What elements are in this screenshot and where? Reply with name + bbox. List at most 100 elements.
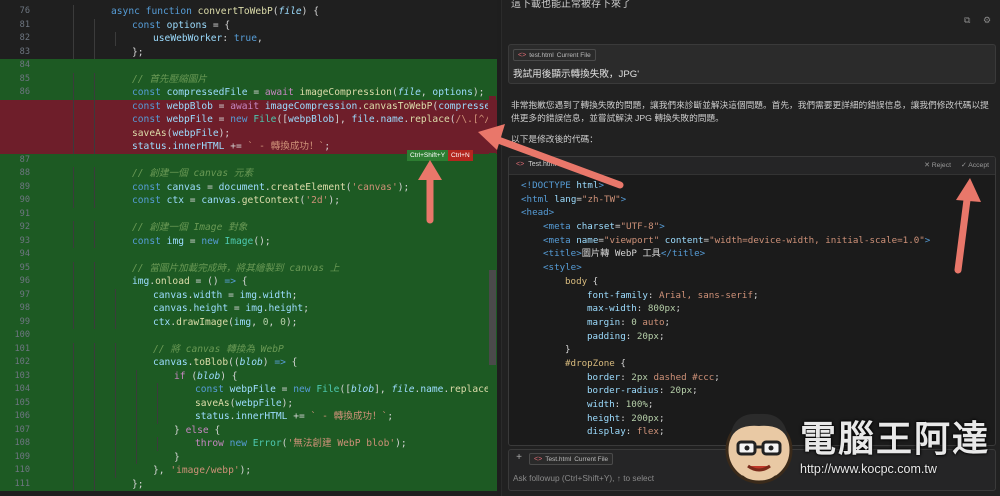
code-text: const webpBlob = await imageCompression.… xyxy=(132,100,488,112)
indent-guide xyxy=(73,5,74,19)
code-line[interactable]: 82 useWebWorker: true, xyxy=(0,32,497,46)
code-line[interactable]: 76 async function convertToWebP(file) { xyxy=(0,5,497,19)
reject-button[interactable]: ✕ Reject xyxy=(924,161,951,169)
code-card-file[interactable]: <> Test.html xyxy=(516,161,556,168)
indent-guide xyxy=(73,99,74,113)
line-number: 106 xyxy=(14,411,30,421)
indent-guide xyxy=(73,126,74,140)
code-text: }; xyxy=(132,46,144,58)
code-line[interactable]: 109} xyxy=(0,450,497,464)
line-number: 108 xyxy=(14,438,30,448)
code-line[interactable]: 90 const ctx = canvas.getContext('2d'); xyxy=(0,194,497,208)
line-number: 110 xyxy=(14,465,30,475)
code-line[interactable]: 92 // 創建一個 Image 對象 xyxy=(0,221,497,235)
reject-chip[interactable]: Ctrl+N xyxy=(448,150,473,161)
code-suggestion-card: <> Test.html ✕ Reject ✓ Accept <!DOCTYPE… xyxy=(508,156,996,446)
code-line[interactable]: 107} else { xyxy=(0,423,497,437)
code-text: const compressedFile = await imageCompre… xyxy=(132,87,485,98)
code-editor[interactable]: 76 async function convertToWebP(file) {81… xyxy=(0,0,497,496)
code-line[interactable]: 91 xyxy=(0,207,497,221)
code-text: canvas.width = img.width; xyxy=(153,289,298,301)
context-file-pill[interactable]: <> test.html Current File xyxy=(513,49,596,61)
snippet-line: <title>圖片轉 WebP 工具</title> xyxy=(543,248,706,260)
code-line[interactable]: 85 // 首先壓縮圖片 xyxy=(0,72,497,86)
user-message[interactable]: <> test.html Current File 我試用後顯示轉換失敗，JPG… xyxy=(508,44,996,84)
code-line[interactable]: 84 xyxy=(0,59,497,73)
code-text: }; xyxy=(132,478,144,490)
code-card-filename: Test.html xyxy=(528,161,557,168)
followup-input[interactable] xyxy=(513,471,983,485)
code-lines: 76 async function convertToWebP(file) {81… xyxy=(0,5,497,491)
indent-guide xyxy=(94,32,95,46)
code-text: saveAs(webpFile); xyxy=(132,127,231,139)
indent-guide xyxy=(115,396,116,410)
code-line[interactable]: 94 xyxy=(0,248,497,262)
accept-chip[interactable]: Ctrl+Shift+Y xyxy=(407,150,449,161)
code-line[interactable]: 106 status.innerHTML += ` - 轉換成功！`; xyxy=(0,410,497,424)
code-line[interactable]: 93 const img = new Image(); xyxy=(0,234,497,248)
indent-guide xyxy=(94,342,95,356)
code-line[interactable]: 89 const canvas = document.createElement(… xyxy=(0,180,497,194)
indent-guide xyxy=(73,180,74,194)
indent-guide xyxy=(115,302,116,316)
followup-file-pill[interactable]: <> Test.html Current File xyxy=(529,453,614,465)
code-line[interactable]: 102 canvas.toBlob((blob) => { xyxy=(0,356,497,370)
code-line[interactable]: 88 // 創建一個 canvas 元素 xyxy=(0,167,497,181)
editor-scrollbar[interactable] xyxy=(489,270,496,365)
indent-guide xyxy=(115,315,116,329)
code-line[interactable]: saveAs(webpFile); xyxy=(0,126,497,140)
indent-guide xyxy=(94,464,95,478)
line-number: 111 xyxy=(14,478,30,489)
indent-guide xyxy=(73,167,74,181)
reject-label: Reject xyxy=(931,162,951,169)
code-line[interactable]: 105 saveAs(webpFile); xyxy=(0,396,497,410)
code-line[interactable]: 81 const options = { xyxy=(0,18,497,32)
code-line[interactable]: 100 xyxy=(0,329,497,343)
code-line[interactable]: 97 canvas.width = img.width; xyxy=(0,288,497,302)
snippet-line: <style> xyxy=(543,262,582,274)
line-number: 94 xyxy=(19,249,30,259)
code-text: } xyxy=(174,451,180,463)
code-text: const canvas = document.createElement('c… xyxy=(132,181,410,193)
file-icon: <> xyxy=(518,51,527,59)
snippet-line: body { xyxy=(565,275,599,287)
code-line[interactable]: const webpBlob = await imageCompression.… xyxy=(0,99,497,113)
line-number: 83 xyxy=(19,46,30,57)
snippet-line: <!DOCTYPE html> xyxy=(521,180,605,191)
indent-guide xyxy=(115,288,116,302)
minimap-mark xyxy=(489,60,496,88)
indent-guide xyxy=(115,342,116,356)
code-line[interactable]: 83}; xyxy=(0,45,497,59)
indent-guide xyxy=(73,450,74,464)
assistant-reply-intro: 以下是修改後的代碼： xyxy=(511,134,598,144)
indent-guide xyxy=(94,302,95,316)
indent-guide xyxy=(73,18,74,32)
followup-box[interactable]: + <> Test.html Current File xyxy=(508,449,996,491)
code-line[interactable]: 96 img.onload = () => { xyxy=(0,275,497,289)
accept-button[interactable]: ✓ Accept xyxy=(961,161,989,169)
code-text: ctx.drawImage(img, 0, 0); xyxy=(153,316,298,328)
indent-guide xyxy=(94,45,95,59)
copy-icon[interactable]: ⧉ xyxy=(964,16,973,25)
code-line[interactable]: 108 throw new Error('無法創建 WebP blob'); xyxy=(0,437,497,451)
inline-diff-actions: Ctrl+Shift+Y Ctrl+N xyxy=(407,150,473,161)
code-line[interactable]: 111}; xyxy=(0,477,497,491)
indent-guide xyxy=(73,383,74,397)
code-line[interactable]: 99 ctx.drawImage(img, 0, 0); xyxy=(0,315,497,329)
indent-guide xyxy=(115,464,116,478)
indent-guide xyxy=(73,234,74,248)
code-line[interactable]: 110}, 'image/webp'); xyxy=(0,464,497,478)
user-message-text: 我試用後顯示轉換失敗，JPG' xyxy=(513,69,640,80)
indent-guide xyxy=(136,450,137,464)
code-line[interactable]: 86 const compressedFile = await imageComp… xyxy=(0,86,497,100)
code-line[interactable]: 101 // 將 canvas 轉換為 WebP xyxy=(0,342,497,356)
indent-guide xyxy=(136,423,137,437)
indent-guide xyxy=(94,437,95,451)
code-line[interactable]: 104 const webpFile = new File([blob], fil… xyxy=(0,383,497,397)
code-line[interactable]: 95 // 當圖片加載完成時，將其繪製到 canvas 上 xyxy=(0,261,497,275)
code-line[interactable]: 98 canvas.height = img.height; xyxy=(0,302,497,316)
code-line[interactable]: const webpFile = new File([webpBlob], fi… xyxy=(0,113,497,127)
plus-icon[interactable]: + xyxy=(513,453,525,464)
code-line[interactable]: 103 if (blob) { xyxy=(0,369,497,383)
settings-icon[interactable]: ⚙ xyxy=(983,16,992,25)
